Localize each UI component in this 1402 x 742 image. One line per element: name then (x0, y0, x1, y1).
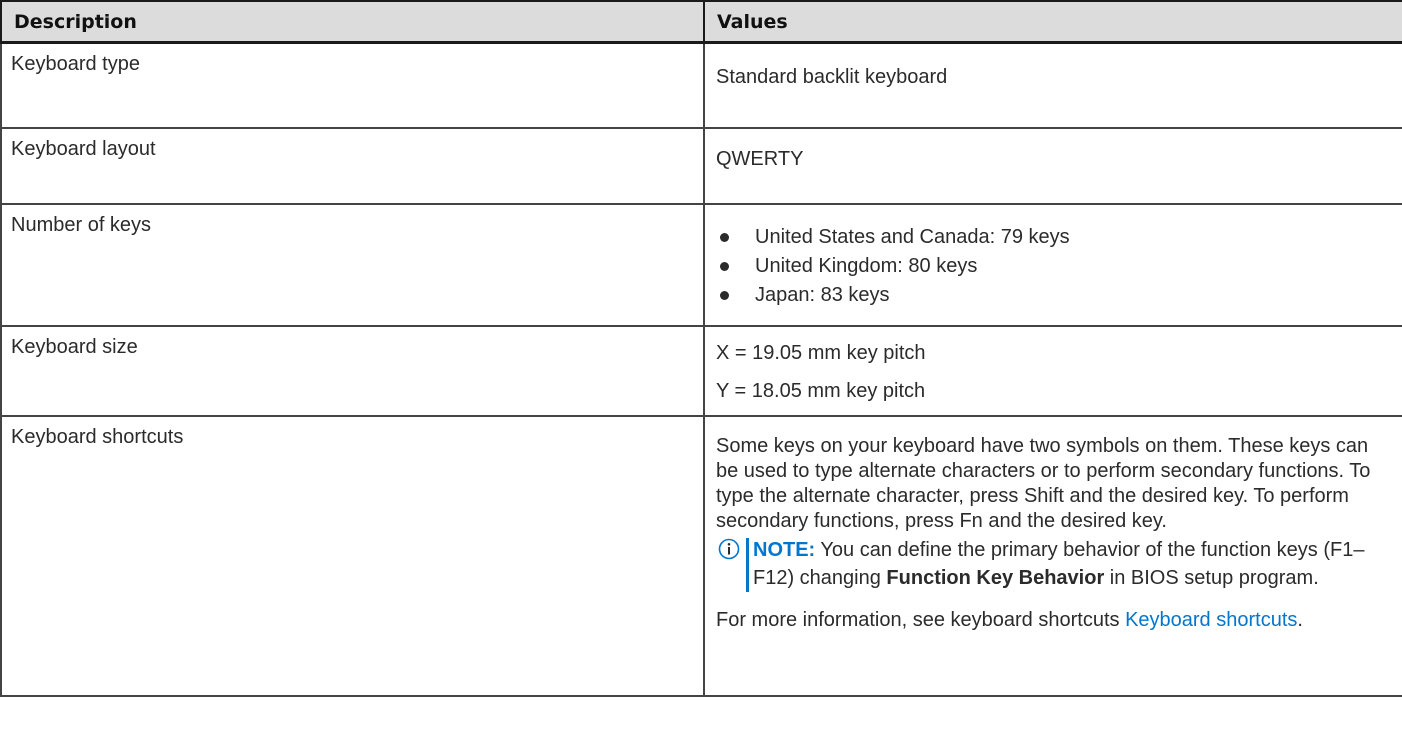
info-circle-icon (718, 538, 740, 560)
more-info-text: For more information, see keyboard short… (716, 609, 1303, 631)
list-item: Japan: 83 keys (716, 281, 1402, 310)
keyboard-shortcuts-link[interactable]: Keyboard shortcuts (1125, 609, 1297, 631)
note-label: NOTE: (753, 539, 816, 561)
keyboard-shortcuts-value: Some keys on your keyboard have two symb… (703, 415, 1402, 697)
note-bold-text: Function Key Behavior (886, 567, 1105, 589)
header-values: Values (703, 0, 1402, 44)
note-text-after: in BIOS setup program. (1104, 567, 1319, 589)
keyboard-layout-value: QWERTY (703, 127, 1402, 205)
key-pitch-y: Y = 18.05 mm key pitch (716, 380, 926, 402)
note-accent-bar (746, 538, 749, 592)
shortcuts-paragraph: Some keys on your keyboard have two symb… (716, 435, 1371, 532)
table-row-keyboard-type: Keyboard type Standard backlit keyboard (0, 41, 1402, 129)
key-pitch-x: X = 19.05 mm key pitch (716, 342, 926, 364)
keyboard-type-label: Keyboard type (0, 41, 705, 129)
keyboard-layout-label: Keyboard layout (0, 127, 705, 205)
number-of-keys-value: United States and Canada: 79 keys United… (703, 203, 1402, 327)
list-item: United States and Canada: 79 keys (716, 223, 1402, 252)
bullet-icon (720, 291, 729, 300)
table-header-row: Description Values (0, 0, 1402, 44)
keys-bullet-list: United States and Canada: 79 keys United… (716, 223, 1402, 310)
header-description: Description (0, 0, 705, 44)
keyboard-shortcuts-label: Keyboard shortcuts (0, 415, 705, 697)
keyboard-spec-table: Description Values Keyboard type Standar… (0, 0, 1402, 697)
bullet-icon (720, 262, 729, 271)
number-of-keys-label: Number of keys (0, 203, 705, 327)
bullet-icon (720, 233, 729, 242)
table-row-keyboard-layout: Keyboard layout QWERTY (0, 127, 1402, 205)
list-item: United Kingdom: 80 keys (716, 252, 1402, 281)
table-row-number-of-keys: Number of keys United States and Canada:… (0, 203, 1402, 327)
table-row-keyboard-size: Keyboard size X = 19.05 mm key pitch Y =… (0, 325, 1402, 417)
keyboard-size-value: X = 19.05 mm key pitch Y = 18.05 mm key … (703, 325, 1402, 417)
keyboard-type-value: Standard backlit keyboard (703, 41, 1402, 129)
table-row-keyboard-shortcuts: Keyboard shortcuts Some keys on your key… (0, 415, 1402, 697)
keyboard-size-label: Keyboard size (0, 325, 705, 417)
note-callout: NOTE: You can define the primary behavio… (716, 536, 1393, 592)
